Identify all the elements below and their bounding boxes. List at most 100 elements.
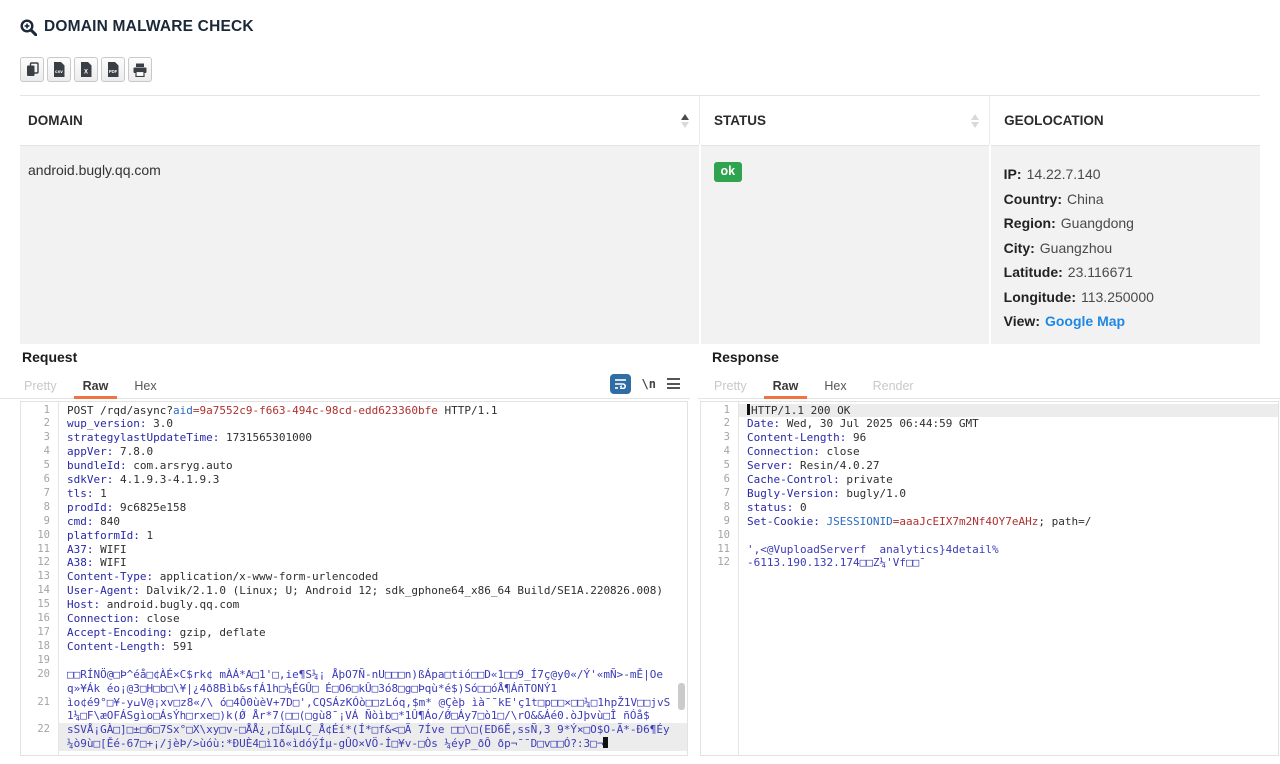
geo-line: Region:Guangdong (1004, 211, 1250, 236)
line-number: 12 (21, 556, 58, 570)
line-content: POST /rqd/async?aid=9a7552c9-f663-494c-9… (58, 404, 687, 418)
editor-menu-button[interactable] (667, 378, 680, 389)
line-number: 22 (21, 723, 58, 751)
line-number: 11 (701, 543, 738, 557)
export-toolbar: csv X PDF (20, 57, 1260, 82)
excel-file-icon: X (80, 62, 92, 77)
line-number: 4 (21, 445, 58, 459)
line-number: 13 (21, 570, 58, 584)
request-editor[interactable]: 1POST /rqd/async?aid=9a7552c9-f663-494c-… (20, 401, 688, 756)
newline-toggle-button[interactable]: \n (642, 377, 656, 391)
copy-button[interactable] (20, 57, 44, 82)
line-content: Bugly-Version: bugly/1.0 (738, 487, 1278, 501)
geolocation-list: IP:14.22.7.140Country:ChinaRegion:Guangd… (1004, 162, 1250, 334)
geo-label: Latitude: (1004, 264, 1063, 280)
svg-text:X: X (84, 70, 88, 76)
request-tab-raw[interactable]: Raw (81, 374, 111, 398)
line-number: 6 (21, 473, 58, 487)
line-content (58, 654, 687, 668)
line-content: Connection: close (738, 445, 1278, 459)
line-number: 8 (21, 501, 58, 515)
response-tab-pretty[interactable]: Pretty (712, 374, 749, 398)
page-title: DOMAIN MALWARE CHECK (44, 18, 254, 36)
line-content: status: 0 (738, 501, 1278, 515)
editor-line: 11A37: WIFI (21, 543, 687, 557)
line-number: 3 (701, 431, 738, 445)
request-tabs: Pretty Raw Hex \n (0, 373, 690, 399)
request-tab-hex[interactable]: Hex (132, 374, 158, 398)
line-content: Content-Length: 591 (58, 640, 687, 654)
line-content: wup_version: 3.0 (58, 417, 687, 431)
line-content: -6113.190.132.174□□Z¼'Vf□□¯ (738, 556, 1278, 570)
geo-value: Guangzhou (1040, 240, 1112, 256)
editor-line: 21ìo¢é9°□¥-yߎV@¡xv□z8«/\ ó□4Ô0ùèV+7D□',C… (21, 696, 687, 724)
vertical-scrollbar-thumb[interactable] (678, 683, 685, 710)
word-wrap-toggle-button[interactable] (610, 374, 631, 394)
geo-label: Country: (1004, 191, 1062, 207)
geo-label: Region: (1004, 215, 1056, 231)
line-content: prodId: 9c6825e158 (58, 501, 687, 515)
editor-line: 5bundleId: com.arsryg.auto (21, 459, 687, 473)
response-editor[interactable]: 1HTTP/1.1 200 OK2Date: Wed, 30 Jul 2025 … (700, 401, 1279, 756)
column-header-domain[interactable]: DOMAIN (20, 96, 700, 146)
csv-button[interactable]: csv (47, 57, 71, 82)
geo-label: View: (1004, 313, 1040, 329)
column-header-status[interactable]: STATUS (700, 96, 990, 146)
editor-line: 6sdkVer: 4.1.9.3-4.1.9.3 (21, 473, 687, 487)
editor-line: 2wup_version: 3.0 (21, 417, 687, 431)
line-content: ìo¢é9°□¥-yߎV@¡xv□z8«/\ ó□4Ô0ùèV+7D□',CQS… (58, 696, 687, 724)
http-panels: Request Pretty Raw Hex \n 1POST /rqd/async… (0, 349, 1280, 756)
editor-line: 8prodId: 9c6825e158 (21, 501, 687, 515)
line-content: Connection: close (58, 612, 687, 626)
line-number: 2 (21, 417, 58, 431)
svg-text:PDF: PDF (109, 69, 118, 74)
line-number: 21 (21, 696, 58, 724)
editor-line: 12-6113.190.132.174□□Z¼'Vf□□¯ (701, 556, 1278, 570)
pdf-file-icon: PDF (107, 62, 119, 77)
line-content: sdkVer: 4.1.9.3-4.1.9.3 (58, 473, 687, 487)
line-number: 12 (701, 556, 738, 570)
line-content: □□RÍNÖ@□Þ^éå□¢ÀÉ×C$rk¢ mÀÁ*A□1'□,ie¶S¼¡ … (58, 668, 687, 696)
line-content: HTTP/1.1 200 OK (738, 404, 1278, 418)
column-label: STATUS (714, 113, 766, 128)
excel-button[interactable]: X (74, 57, 98, 82)
editor-line: 2Date: Wed, 30 Jul 2025 06:44:59 GMT (701, 417, 1278, 431)
page-header: DOMAIN MALWARE CHECK (20, 18, 1260, 36)
response-tab-render[interactable]: Render (871, 374, 916, 398)
copy-icon (26, 62, 39, 77)
google-map-link[interactable]: Google Map (1045, 313, 1125, 329)
editor-line: 6Cache-Control: private (701, 473, 1278, 487)
line-content: platformId: 1 (58, 529, 687, 543)
csv-file-icon: csv (53, 62, 65, 77)
response-tab-raw[interactable]: Raw (771, 374, 801, 398)
table-header-row: DOMAIN STATUS GEOLOCATION (20, 96, 1260, 146)
line-content: A37: WIFI (58, 543, 687, 557)
response-tab-hex[interactable]: Hex (822, 374, 848, 398)
request-panel-title: Request (0, 349, 690, 365)
geo-line: City:Guangzhou (1004, 236, 1250, 261)
line-content: Host: android.bugly.qq.com (58, 598, 687, 612)
editor-line: 12A38: WIFI (21, 556, 687, 570)
editor-line: 4Connection: close (701, 445, 1278, 459)
geo-line: Longitude:113.250000 (1004, 285, 1250, 310)
geo-value: China (1067, 191, 1104, 207)
geo-label: Longitude: (1004, 289, 1076, 305)
svg-text:csv: csv (55, 69, 63, 74)
editor-line: 19 (21, 654, 687, 668)
text-caret (603, 737, 608, 748)
editor-line: 3Content-Length: 96 (701, 431, 1278, 445)
line-content: Date: Wed, 30 Jul 2025 06:44:59 GMT (738, 417, 1278, 431)
line-number: 20 (21, 668, 58, 696)
line-content: cmd: 840 (58, 515, 687, 529)
column-header-geolocation: GEOLOCATION (990, 96, 1260, 146)
sort-icon (971, 114, 979, 128)
request-tab-pretty[interactable]: Pretty (22, 374, 59, 398)
malware-check-table: DOMAIN STATUS GEOLOCATION android.bugly.… (20, 95, 1260, 344)
editor-line: 9cmd: 840 (21, 515, 687, 529)
print-button[interactable] (128, 57, 152, 82)
line-number: 16 (21, 612, 58, 626)
request-editor-controls: \n (610, 374, 680, 394)
editor-line: 17Accept-Encoding: gzip, deflate (21, 626, 687, 640)
pdf-button[interactable]: PDF (101, 57, 125, 82)
column-label: GEOLOCATION (1004, 113, 1104, 128)
